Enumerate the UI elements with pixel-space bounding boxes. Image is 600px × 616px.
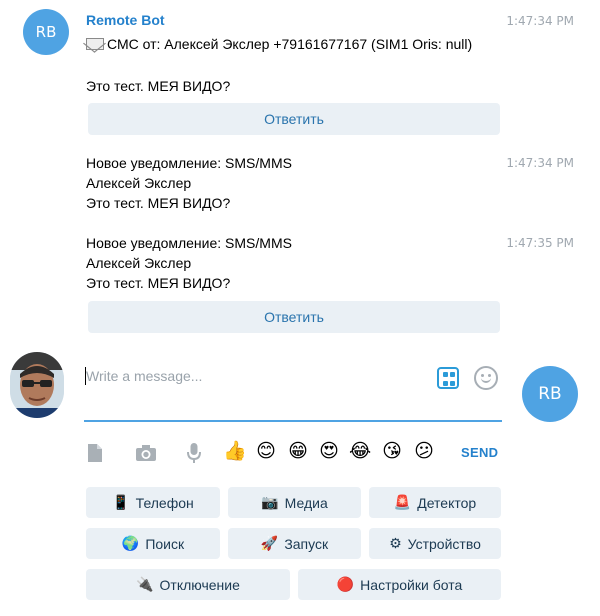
message-time: 1:47:34 PM (506, 156, 574, 170)
gear-icon: ⚙ (389, 535, 402, 552)
bot-avatar-initials: RB (538, 384, 562, 404)
kiss-emoji-icon[interactable]: 😘 (381, 440, 403, 462)
message-line: Новое уведомление: SMS/MMS (86, 235, 292, 251)
message-line: Алексей Экслер (86, 255, 192, 271)
tears-of-joy-emoji-icon[interactable]: 😂 (349, 440, 371, 462)
siren-icon: 🚨 (393, 494, 412, 511)
send-button[interactable]: SEND (461, 445, 498, 460)
smiling-emoji-icon[interactable]: 😊 (255, 440, 277, 462)
reply-button[interactable]: Ответить (88, 103, 500, 135)
mobile-phone-icon: 📱 (112, 494, 130, 511)
kb-button-disconnect[interactable]: 🔌 Отключение (86, 569, 290, 600)
confused-emoji-icon[interactable]: 😕 (413, 440, 435, 462)
plug-icon: 🔌 (136, 576, 154, 593)
user-avatar[interactable] (10, 352, 64, 418)
message-line: СМС от: Алексей Экслер +79161677167 (SIM… (86, 34, 472, 54)
emoji-picker-icon[interactable] (474, 366, 498, 390)
kb-button-phone[interactable]: 📱 Телефон (86, 487, 220, 518)
bot-avatar-initials: RB (35, 23, 57, 41)
message-line: Это тест. МЕЯ ВИДО? (86, 78, 231, 94)
message-text: СМС от: Алексей Экслер +79161677167 (SIM… (86, 34, 472, 96)
bot-avatar-large[interactable]: RB (522, 366, 578, 422)
microphone-icon[interactable] (184, 441, 204, 465)
kb-button-media[interactable]: 📷 Медиа (228, 487, 361, 518)
user-photo-icon (10, 352, 64, 418)
envelope-icon (86, 38, 104, 50)
kb-button-device[interactable]: ⚙ Устройство (369, 528, 501, 559)
message-time: 1:47:34 PM (506, 14, 574, 28)
message-text: Новое уведомление: SMS/MMS Алексей Эксле… (86, 153, 292, 213)
grinning-emoji-icon[interactable]: 😁 (287, 440, 309, 462)
camera-icon[interactable] (134, 441, 158, 465)
kb-button-detector[interactable]: 🚨 Детектор (369, 487, 501, 518)
kb-button-bot-settings[interactable]: 🔴 Настройки бота (298, 569, 501, 600)
bot-keyboard-icon[interactable] (437, 367, 459, 389)
message-line: Новое уведомление: SMS/MMS (86, 155, 292, 171)
red-circle-icon: 🔴 (336, 576, 355, 593)
rocket-icon: 🚀 (260, 535, 279, 552)
message-input[interactable] (86, 364, 426, 388)
kb-button-launch[interactable]: 🚀 Запуск (228, 528, 361, 559)
camera-icon: 📷 (261, 494, 279, 511)
message-text: Новое уведомление: SMS/MMS Алексей Эксле… (86, 233, 292, 293)
thumbs-up-emoji-icon[interactable]: 👍 (223, 440, 247, 462)
bot-avatar[interactable]: RB (23, 9, 69, 55)
message-time: 1:47:35 PM (506, 236, 574, 250)
kb-button-search[interactable]: 🌍 Поиск (86, 528, 220, 559)
attach-file-icon[interactable] (85, 441, 105, 465)
message-composer (84, 360, 502, 422)
sender-name[interactable]: Remote Bot (86, 12, 165, 28)
message-line: Это тест. МЕЯ ВИДО? (86, 195, 231, 211)
message-line: Это тест. МЕЯ ВИДО? (86, 275, 231, 291)
heart-eyes-emoji-icon[interactable]: 😍 (318, 440, 340, 462)
reply-button[interactable]: Ответить (88, 301, 500, 333)
globe-icon: 🌍 (121, 535, 140, 552)
message-line: Алексей Экслер (86, 175, 192, 191)
message-line (86, 54, 472, 74)
